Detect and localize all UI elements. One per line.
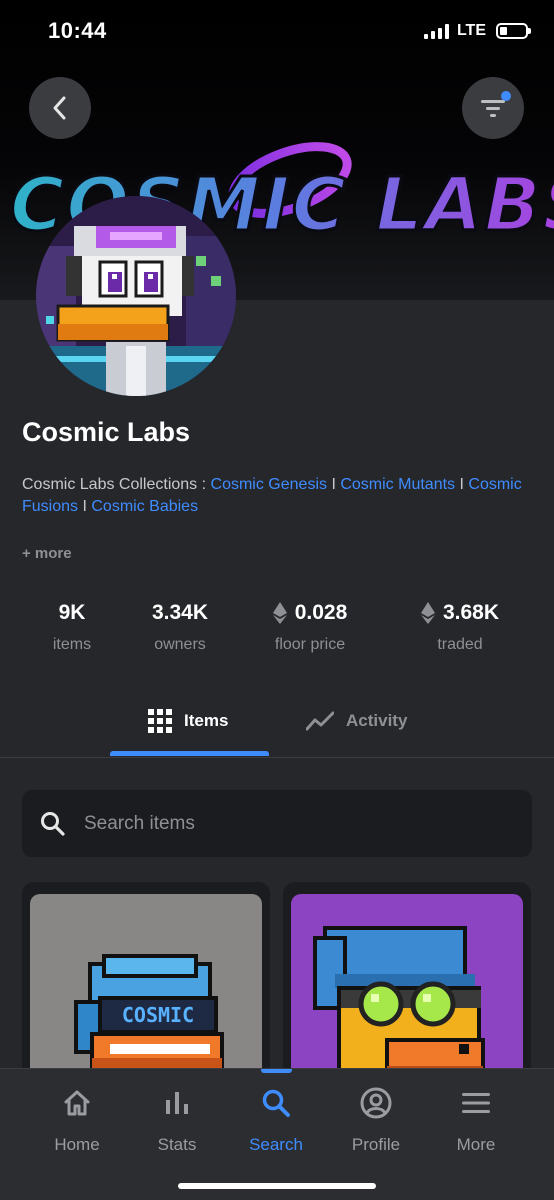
stat-label: owners <box>154 636 206 653</box>
nav-home[interactable]: Home <box>27 1085 127 1155</box>
stat-value: 0.028 <box>294 601 348 624</box>
tab-activity[interactable]: Activity <box>306 690 407 752</box>
search-input[interactable] <box>84 812 484 835</box>
nav-profile[interactable]: Profile <box>326 1085 426 1155</box>
item-image: COSMIC <box>30 894 262 1082</box>
nav-stats[interactable]: Stats <box>127 1085 227 1155</box>
stat-value: 3.34K <box>151 601 209 624</box>
link-cosmic-mutants[interactable]: Cosmic Mutants <box>340 476 455 493</box>
signal-icon <box>423 23 449 39</box>
tabs-divider <box>0 757 554 758</box>
nav-label: Profile <box>351 1135 401 1154</box>
status-time: 10:44 <box>48 18 107 43</box>
stat-floor-price: 0.028 floor price <box>240 598 380 654</box>
collection-tabs: Items Activity <box>0 690 554 758</box>
profile-icon <box>360 1087 392 1119</box>
stat-traded: 3.68K traded <box>390 598 530 654</box>
ethereum-icon <box>420 602 435 624</box>
nav-label: Home <box>54 1135 100 1154</box>
separator: I <box>455 476 469 493</box>
filter-button[interactable] <box>462 77 524 139</box>
nav-label: More <box>456 1135 496 1154</box>
stat-value: 9K <box>58 601 86 624</box>
stat-value: 3.68K <box>442 601 500 624</box>
nav-label: Search <box>249 1135 303 1154</box>
battery-icon <box>496 23 531 39</box>
link-cosmic-genesis[interactable]: Cosmic Genesis <box>211 476 327 493</box>
description-prefix: Cosmic Labs Collections : <box>22 476 211 493</box>
back-button[interactable] <box>29 77 91 139</box>
nav-active-indicator <box>261 1069 292 1073</box>
status-bar: 10:44 LTE <box>0 0 554 62</box>
tab-items[interactable]: Items <box>148 690 228 752</box>
stat-owners: 3.34K owners <box>110 598 250 654</box>
nav-label: Stats <box>157 1135 197 1154</box>
home-indicator <box>178 1183 376 1189</box>
separator: I <box>78 498 92 515</box>
filter-icon <box>481 100 505 117</box>
collection-avatar <box>36 196 236 396</box>
nav-more[interactable]: More <box>426 1085 526 1155</box>
visor-text: COSMIC <box>122 1003 194 1027</box>
collection-title: Cosmic Labs <box>22 417 191 447</box>
trend-line-icon <box>306 711 334 731</box>
pixel-duck-goggles-image <box>291 894 523 1082</box>
tab-label: Activity <box>346 711 408 730</box>
menu-icon <box>462 1093 490 1113</box>
status-indicators: LTE <box>423 22 531 40</box>
active-tab-indicator <box>110 751 269 756</box>
item-image <box>291 894 523 1082</box>
bar-chart-icon <box>166 1092 188 1114</box>
collection-stats: 9K items 3.34K owners 0.028 floor price … <box>0 598 554 668</box>
item-card[interactable] <box>283 882 531 1082</box>
more-button[interactable]: + more <box>22 545 72 562</box>
search-icon <box>41 811 65 836</box>
home-icon <box>64 1090 90 1116</box>
search-icon <box>262 1089 290 1117</box>
tab-label: Items <box>184 711 229 730</box>
ethereum-icon <box>272 602 287 624</box>
pixel-duck-avatar-image <box>36 196 236 396</box>
stat-label: traded <box>437 636 483 653</box>
collection-description: Cosmic Labs Collections : Cosmic Genesis… <box>22 474 532 518</box>
link-cosmic-babies[interactable]: Cosmic Babies <box>91 498 198 515</box>
chevron-left-icon <box>53 96 66 120</box>
item-card[interactable]: COSMIC <box>22 882 270 1082</box>
search-bar[interactable] <box>22 790 532 857</box>
filter-active-dot <box>501 91 511 101</box>
network-type: LTE <box>456 22 486 39</box>
separator: I <box>327 476 341 493</box>
stat-label: floor price <box>274 636 346 653</box>
nav-search[interactable]: Search <box>226 1085 326 1155</box>
pixel-duck-cosmic-visor-image: COSMIC <box>30 894 262 1082</box>
bottom-navigation: Home Stats Search Profile More <box>0 1068 554 1200</box>
grid-icon <box>148 709 172 733</box>
